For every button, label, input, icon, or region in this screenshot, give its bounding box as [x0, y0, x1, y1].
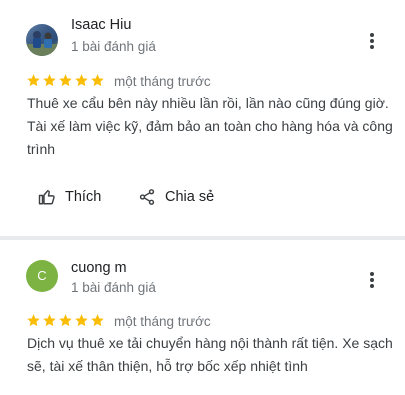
star-icon	[43, 314, 56, 327]
review-date: một tháng trước	[114, 314, 211, 329]
reviewer-name[interactable]: cuong m	[71, 260, 127, 276]
star-icon	[27, 314, 40, 327]
star-icon	[91, 74, 104, 87]
reviewer-name[interactable]: Isaac Hiu	[71, 17, 131, 33]
review-count: 1 bài đánh giá	[71, 280, 156, 295]
star-icon	[43, 74, 56, 87]
review-card: Isaac Hiu 1 bài đánh giá một tháng trước…	[0, 0, 405, 236]
more-vert-icon[interactable]	[364, 270, 380, 290]
star-rating	[26, 73, 105, 89]
share-button[interactable]: Chia sẻ	[138, 185, 214, 209]
review-card: C cuong m 1 bài đánh giá một tháng trước…	[0, 240, 405, 395]
review-text: Dịch vụ thuê xe tải chuyển hàng nội thàn…	[27, 335, 393, 374]
share-label: Chia sẻ	[165, 189, 215, 205]
like-label: Thích	[65, 189, 102, 205]
avatar[interactable]	[26, 24, 58, 56]
share-icon	[139, 189, 155, 205]
avatar[interactable]: C	[26, 260, 58, 292]
star-icon	[59, 314, 72, 327]
review-count: 1 bài đánh giá	[71, 39, 156, 54]
review-text: Thuê xe cẩu bên này nhiều lần rồi, lần n…	[27, 95, 393, 157]
star-icon	[59, 74, 72, 87]
star-icon	[27, 74, 40, 87]
review-date: một tháng trước	[114, 74, 211, 89]
more-vert-icon[interactable]	[364, 31, 380, 51]
star-rating	[26, 313, 105, 329]
star-icon	[75, 314, 88, 327]
star-icon	[91, 314, 104, 327]
thumb-up-icon	[38, 190, 55, 205]
like-button[interactable]: Thích	[38, 185, 101, 209]
star-icon	[75, 74, 88, 87]
